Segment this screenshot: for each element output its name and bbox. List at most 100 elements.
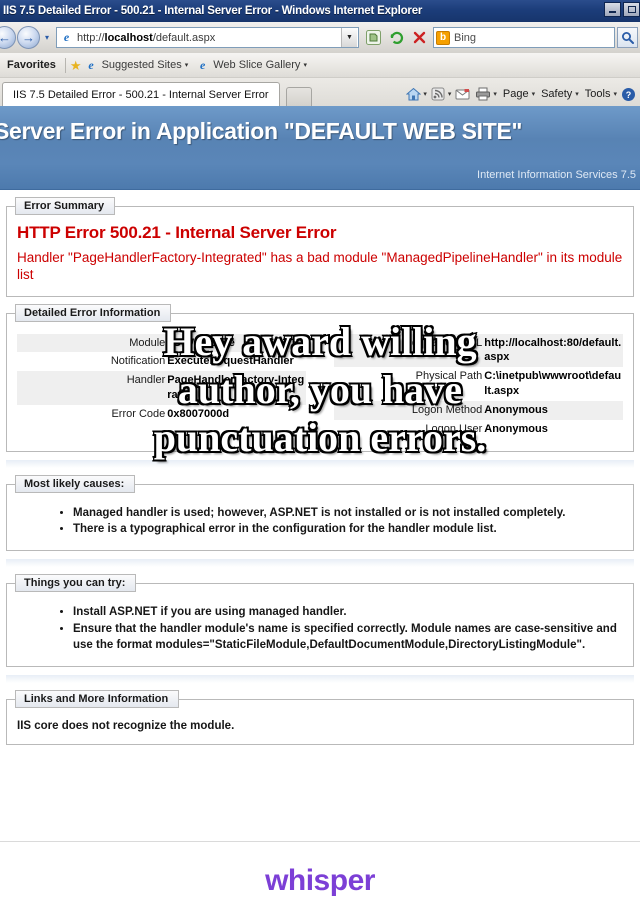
bing-icon: b <box>436 30 450 45</box>
row-value: 0x8007000d <box>167 407 230 420</box>
page-viewport: Server Error in Application "DEFAULT WEB… <box>0 106 640 920</box>
things-you-can-try-section: Things you can try: Install ASP.NET if y… <box>6 573 634 667</box>
whisper-footer: whisper <box>0 841 640 920</box>
ie-logo-icon: e <box>200 57 206 72</box>
mail-icon[interactable] <box>452 84 472 104</box>
screenshot-root: IIS 7.5 Detailed Error - 500.21 - Intern… <box>0 0 640 920</box>
row-value: Anonymous <box>484 422 548 435</box>
menu-tools[interactable]: Tools <box>580 88 613 100</box>
error-heading: HTTP Error 500.21 - Internal Server Erro… <box>17 223 337 242</box>
links-and-more-information-section: Links and More Information IIS core does… <box>6 689 634 745</box>
favorites-item-label: Web Slice Gallery <box>213 59 301 71</box>
chevron-down-icon[interactable]: ▾ <box>448 90 452 98</box>
favorites-item-suggested-sites[interactable]: e Suggested Sites ▾ <box>82 58 194 73</box>
row-label: Logon User <box>425 422 483 435</box>
tab-active[interactable]: IIS 7.5 Detailed Error - 500.21 - Intern… <box>2 82 280 106</box>
row-label: Handler <box>126 374 166 387</box>
feeds-button-group[interactable]: ▾ <box>428 84 452 104</box>
address-dropdown-icon[interactable]: ▼ <box>341 28 357 47</box>
list-item: Ensure that the handler module's name is… <box>73 621 623 654</box>
things-you-can-try-list: Install ASP.NET if you are using managed… <box>63 604 623 654</box>
command-bar: ▾ ▾ ▾ Page ▾ Safety ▾ Tools ▾ ? <box>403 82 640 106</box>
iis-version-label: Internet Information Services 7.5 <box>477 169 636 181</box>
page-body: Error Summary HTTP Error 500.21 - Intern… <box>0 197 640 745</box>
links-and-more-text: IIS core does not recognize the module. <box>17 719 235 732</box>
window-title-bar: IIS 7.5 Detailed Error - 500.21 - Intern… <box>0 0 640 22</box>
list-item: Managed handler is used; however, ASP.NE… <box>73 505 623 522</box>
compatibility-view-button[interactable] <box>362 27 384 49</box>
row-value: http://localhost:80/default.aspx <box>484 336 622 364</box>
favorites-item-web-slice-gallery[interactable]: e Web Slice Gallery ▾ <box>193 58 312 73</box>
svg-text:?: ? <box>625 90 631 100</box>
table-row: Handler PageHandlerFactory-Integrated <box>17 371 306 405</box>
menu-safety[interactable]: Safety <box>536 88 574 100</box>
row-label: Notification <box>110 355 166 368</box>
minimize-button[interactable] <box>604 2 621 17</box>
home-icon[interactable] <box>403 84 423 104</box>
detail-column-left: Module IIS Web Core Notification Execute… <box>17 333 306 439</box>
most-likely-causes-list: Managed handler is used; however, ASP.NE… <box>63 505 623 538</box>
error-summary-section: Error Summary HTTP Error 500.21 - Intern… <box>6 197 634 297</box>
print-button-group[interactable]: ▾ <box>473 84 497 104</box>
row-value: C:\inetpub\wwwroot\default.aspx <box>484 370 622 398</box>
detailed-error-section: Detailed Error Information Module IIS We… <box>6 303 634 452</box>
chevron-down-icon[interactable]: ▾ <box>613 90 617 98</box>
chevron-down-icon[interactable]: ▾ <box>493 90 497 98</box>
maximize-button[interactable] <box>623 2 640 17</box>
list-item: Install ASP.NET if you are using managed… <box>73 604 623 621</box>
ie-logo-icon: e <box>88 57 94 72</box>
history-dropdown-icon[interactable]: ▾ <box>40 27 54 49</box>
error-summary-legend: Error Summary <box>15 197 116 215</box>
back-arrow-icon[interactable]: ← <box>0 26 16 49</box>
row-label: Logon Method <box>411 403 483 416</box>
ie-logo-icon: e <box>63 30 70 44</box>
chevron-down-icon: ▾ <box>303 62 307 69</box>
row-label: Module <box>129 336 166 349</box>
row-value: IIS Web Core <box>167 336 235 349</box>
chevron-down-icon[interactable]: ▾ <box>532 90 536 98</box>
window-controls <box>604 2 640 17</box>
refresh-button[interactable] <box>385 27 407 49</box>
table-row: Requested URL http://localhost:80/defaul… <box>334 333 623 368</box>
whisper-brand: whisper <box>265 864 375 897</box>
list-item: There is a typographical error in the co… <box>73 521 623 538</box>
search-input[interactable]: b Bing <box>433 27 615 48</box>
favorites-bar: Favorites ★ e Suggested Sites ▾ e Web Sl… <box>0 53 640 78</box>
error-detail-text: Handler "PageHandlerFactory-Integrated" … <box>17 250 623 283</box>
new-tab-button[interactable] <box>285 87 312 106</box>
things-you-can-try-legend: Things you can try: <box>15 573 137 592</box>
menu-page[interactable]: Page <box>498 88 531 100</box>
row-value: Anonymous <box>484 403 548 416</box>
printer-icon[interactable] <box>473 84 493 104</box>
window-title: IIS 7.5 Detailed Error - 500.21 - Intern… <box>3 5 423 17</box>
url-text: http://localhost/default.aspx <box>77 31 216 44</box>
divider <box>64 57 66 73</box>
most-likely-causes-section: Most likely causes: Managed handler is u… <box>6 474 634 551</box>
address-input[interactable]: e http://localhost/default.aspx ▼ <box>56 27 359 48</box>
help-icon[interactable]: ? <box>618 84 638 104</box>
home-button-group[interactable]: ▾ <box>403 84 427 104</box>
favorites-button[interactable]: Favorites <box>2 59 61 71</box>
divider <box>6 674 634 683</box>
forward-arrow-icon[interactable]: → <box>17 26 40 49</box>
chevron-down-icon[interactable]: ▾ <box>423 90 427 98</box>
search-text: Bing <box>454 31 477 44</box>
divider <box>6 558 634 567</box>
table-row: Error Code 0x8007000d <box>17 405 306 424</box>
table-row: Physical Path C:\inetpub\wwwroot\default… <box>334 367 623 401</box>
chevron-down-icon: ▾ <box>184 62 189 69</box>
row-label: Requested URL <box>403 336 483 349</box>
error-banner: Server Error in Application "DEFAULT WEB… <box>0 106 640 190</box>
divider <box>6 459 634 468</box>
row-label: Error Code <box>111 407 166 420</box>
detailed-error-legend: Detailed Error Information <box>15 303 172 322</box>
table-row: Logon Method Anonymous <box>334 400 623 420</box>
rss-feed-icon[interactable] <box>428 84 448 104</box>
chevron-down-icon[interactable]: ▾ <box>575 90 579 98</box>
stop-button[interactable] <box>408 27 430 49</box>
favorites-item-label: Suggested Sites <box>101 59 182 71</box>
row-value: ExecuteRequestHandler <box>167 355 294 368</box>
search-go-button[interactable] <box>617 27 638 48</box>
star-icon[interactable]: ★ <box>70 59 82 72</box>
row-label: Physical Path <box>415 370 483 383</box>
